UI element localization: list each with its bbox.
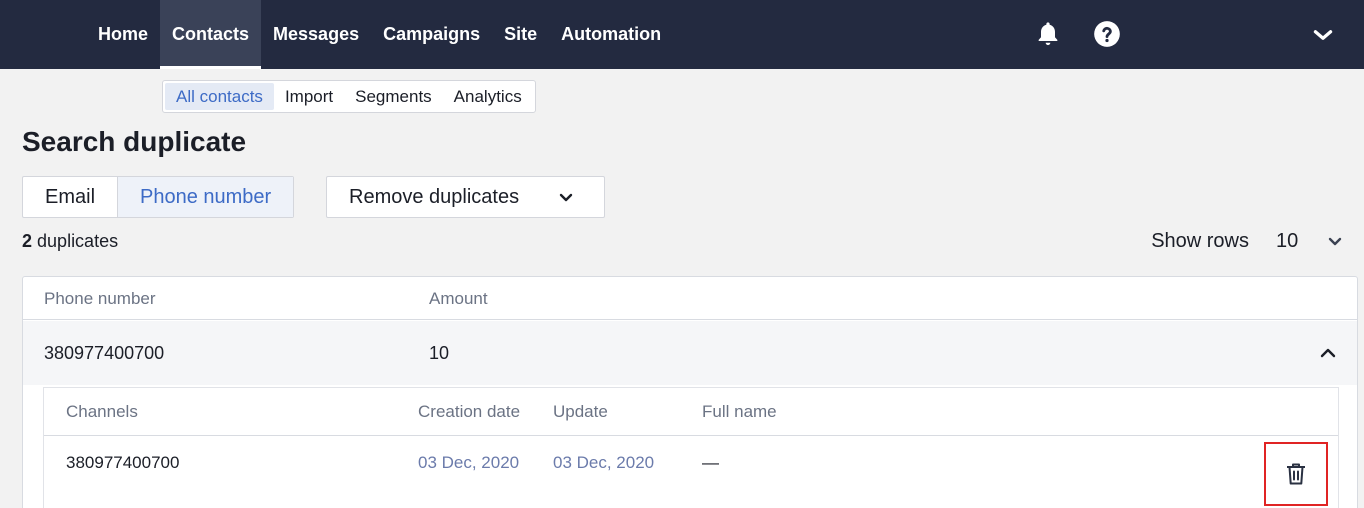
- cell-full-name: —: [702, 453, 719, 472]
- duplicates-count: 2 duplicates: [22, 231, 118, 252]
- column-header-creation-date: Creation date: [418, 402, 521, 421]
- nav-item-campaigns[interactable]: Campaigns: [371, 0, 492, 69]
- duplicate-type-toggle: Email Phone number: [22, 176, 295, 218]
- toggle-phone-number[interactable]: Phone number: [117, 177, 294, 217]
- nav-item-automation[interactable]: Automation: [549, 0, 673, 69]
- subnav-import[interactable]: Import: [274, 83, 344, 110]
- table-row[interactable]: 380977400700 10: [23, 321, 1357, 385]
- chevron-down-icon[interactable]: [1310, 22, 1336, 48]
- cell-phone-number: 380977400700: [44, 343, 165, 363]
- rows-per-page-value[interactable]: 10: [1276, 230, 1298, 253]
- cell-channel: 380977400700: [66, 453, 180, 472]
- column-header-amount: Amount: [429, 289, 488, 308]
- nav-item-home[interactable]: Home: [86, 0, 160, 69]
- duplicate-details-table: Channels Creation date Update Full name …: [43, 387, 1339, 508]
- trash-icon: [1287, 463, 1305, 485]
- contacts-subnav: All contacts Import Segments Analytics: [162, 80, 536, 113]
- duplicates-table: Phone number Amount 380977400700 10 Chan…: [22, 276, 1358, 508]
- chevron-down-icon[interactable]: [1327, 235, 1343, 249]
- column-header-update: Update: [553, 402, 608, 421]
- toggle-email[interactable]: Email: [23, 177, 117, 217]
- remove-duplicates-dropdown[interactable]: Remove duplicates: [326, 176, 605, 218]
- bell-icon[interactable]: [1034, 20, 1062, 48]
- duplicates-count-suffix: duplicates: [37, 231, 119, 251]
- remove-duplicates-label: Remove duplicates: [349, 185, 520, 208]
- nav-item-site[interactable]: Site: [492, 0, 549, 69]
- cell-amount: 10: [429, 343, 450, 363]
- duplicates-count-number: 2: [22, 231, 33, 251]
- column-header-full-name: Full name: [702, 402, 777, 421]
- nav-item-contacts[interactable]: Contacts: [160, 0, 262, 69]
- main-nav: Home Contacts Messages Campaigns Site Au…: [86, 0, 673, 69]
- top-navigation-bar: Home Contacts Messages Campaigns Site Au…: [0, 0, 1364, 69]
- cell-creation-date: 03 Dec, 2020: [418, 453, 520, 472]
- column-header-phone-number: Phone number: [44, 289, 156, 308]
- table-header: Phone number Amount: [23, 277, 1357, 320]
- cell-update-date: 03 Dec, 2020: [553, 453, 655, 472]
- details-row: 380977400700 03 Dec, 2020 03 Dec, 2020 —: [44, 437, 1338, 508]
- chevron-up-icon[interactable]: [1319, 345, 1337, 361]
- show-rows-label: Show rows: [1151, 230, 1249, 252]
- subnav-analytics[interactable]: Analytics: [443, 83, 533, 110]
- details-header: Channels Creation date Update Full name: [44, 388, 1338, 436]
- subnav-segments[interactable]: Segments: [344, 83, 443, 110]
- column-header-channels: Channels: [66, 402, 138, 421]
- chevron-down-icon: [559, 193, 573, 202]
- nav-item-messages[interactable]: Messages: [261, 0, 371, 69]
- subnav-all-contacts[interactable]: All contacts: [165, 83, 274, 110]
- page-title: Search duplicate: [22, 126, 247, 157]
- help-icon[interactable]: [1093, 20, 1121, 48]
- delete-contact-button[interactable]: [1264, 442, 1328, 506]
